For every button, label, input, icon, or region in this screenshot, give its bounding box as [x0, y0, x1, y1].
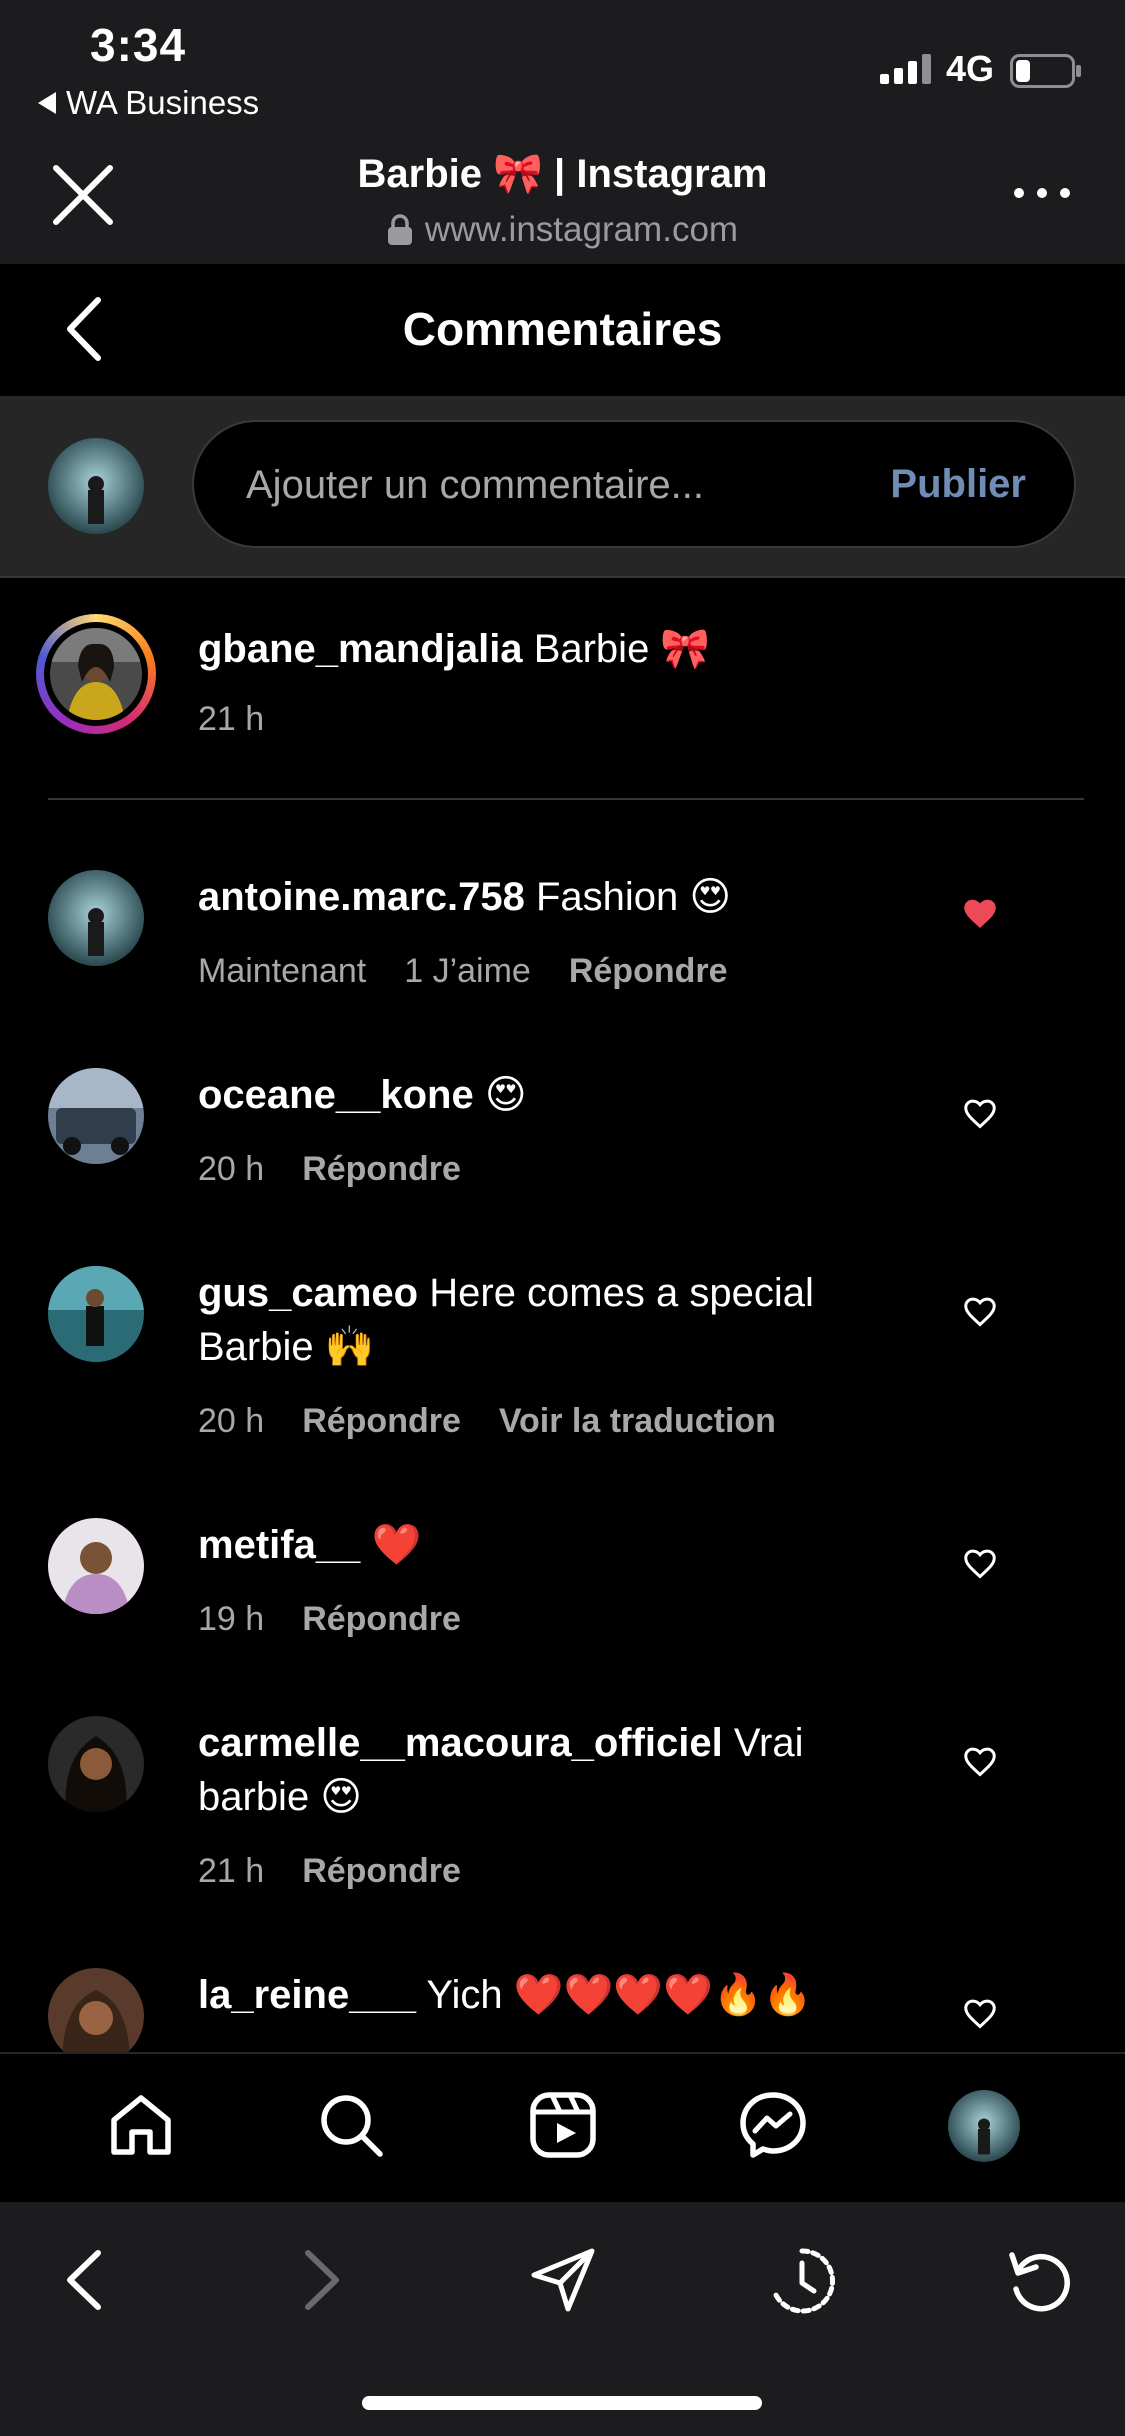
comment-time: 21 h	[198, 1852, 265, 1890]
comment-text: oceane__kone 😍	[198, 1068, 938, 1122]
browser-url: www.instagram.com	[0, 210, 1125, 250]
caption-time: 21 h	[198, 700, 265, 738]
comment-body: Vrai	[733, 1721, 804, 1765]
comment-time: Maintenant	[198, 952, 367, 990]
comment-text: carmelle__macoura_officiel Vrai barbie 😍	[198, 1716, 938, 1824]
share-icon[interactable]	[528, 2245, 598, 2315]
comment-body: 😍	[484, 1073, 527, 1117]
comment-body-line2: barbie 😍	[198, 1775, 363, 1819]
heart-outline-icon[interactable]	[962, 1294, 998, 1328]
browser-back-icon[interactable]	[62, 2245, 106, 2315]
heart-outline-icon[interactable]	[962, 1996, 998, 2030]
messenger-icon[interactable]	[738, 2090, 808, 2160]
home-icon[interactable]	[106, 2090, 176, 2160]
back-triangle-icon	[38, 92, 56, 114]
caption-author-avatar[interactable]	[44, 622, 148, 726]
comment-time: 20 h	[198, 1150, 265, 1188]
heart-filled-icon[interactable]	[962, 896, 998, 930]
comment-body: ❤️	[371, 1523, 422, 1567]
heart-outline-icon[interactable]	[962, 1546, 998, 1580]
caption-meta: 21 h	[198, 700, 264, 739]
comment-text: antoine.marc.758 Fashion 😍	[198, 870, 938, 924]
url-text: www.instagram.com	[424, 210, 739, 249]
reels-icon[interactable]	[528, 2090, 598, 2160]
battery-icon	[1010, 54, 1082, 88]
history-icon[interactable]	[766, 2245, 838, 2317]
browser-forward-icon[interactable]	[300, 2245, 344, 2315]
comment-likes[interactable]: 1 J’aime	[404, 952, 531, 991]
lock-icon	[387, 214, 413, 246]
signal-icon	[880, 54, 934, 84]
comment-text: metifa__ ❤️	[198, 1518, 938, 1572]
divider	[48, 798, 1084, 800]
comment-username[interactable]: oceane__kone	[198, 1073, 474, 1117]
caption-body: Barbie 🎀	[533, 627, 711, 671]
comment-time: 19 h	[198, 1600, 265, 1638]
comment-input[interactable]	[244, 422, 848, 548]
comment-meta: Maintenant 1 J’aime Répondre	[198, 952, 728, 991]
browser-page-title: Barbie 🎀 | Instagram	[357, 152, 768, 196]
network-type: 4G	[946, 48, 995, 89]
status-time: 3:34	[90, 19, 187, 71]
commenter-avatar[interactable]	[48, 1518, 144, 1614]
publish-button[interactable]: Publier	[890, 462, 1026, 507]
comment-meta: 20 h Répondre Voir la traduction	[198, 1402, 776, 1441]
profile-avatar[interactable]	[948, 2090, 1020, 2162]
commenter-avatar[interactable]	[48, 1968, 144, 2064]
comment-meta: 21 h Répondre	[198, 1852, 461, 1891]
see-translation-button[interactable]: Voir la traduction	[499, 1402, 776, 1441]
heart-outline-icon[interactable]	[962, 1744, 998, 1778]
comment-username[interactable]: gus_cameo	[198, 1271, 418, 1315]
comment-username[interactable]: la_reine___	[198, 1973, 416, 2017]
commenter-avatar[interactable]	[48, 1716, 144, 1812]
my-avatar	[48, 438, 144, 534]
back-app-label: WA Business	[66, 84, 260, 121]
home-indicator[interactable]	[362, 2396, 762, 2410]
back-to-app-link[interactable]: WA Business	[38, 84, 259, 122]
comment-meta: 19 h Répondre	[198, 1600, 461, 1639]
caption-username[interactable]: gbane_mandjalia	[198, 627, 523, 671]
more-icon[interactable]	[1012, 186, 1072, 200]
comment-body: Yich ❤️❤️❤️❤️🔥🔥	[426, 1973, 813, 2017]
comment-username[interactable]: carmelle__macoura_officiel	[198, 1721, 723, 1765]
comment-username[interactable]: metifa__	[198, 1523, 360, 1567]
reload-icon[interactable]	[1004, 2245, 1076, 2317]
comment-username[interactable]: antoine.marc.758	[198, 875, 525, 919]
page-title: Commentaires	[402, 303, 723, 355]
caption-text: gbane_mandjalia Barbie 🎀	[198, 622, 1058, 676]
reply-button[interactable]: Répondre	[302, 1852, 461, 1891]
commenter-avatar[interactable]	[48, 870, 144, 966]
commenter-avatar[interactable]	[48, 1266, 144, 1362]
heart-outline-icon[interactable]	[962, 1096, 998, 1130]
reply-button[interactable]: Répondre	[302, 1600, 461, 1639]
reply-button[interactable]: Répondre	[302, 1402, 461, 1441]
comment-body-line2: Barbie 🙌	[198, 1325, 375, 1369]
reply-button[interactable]: Répondre	[302, 1150, 461, 1189]
search-icon[interactable]	[316, 2090, 386, 2160]
comment-time: 20 h	[198, 1402, 265, 1440]
comment-body: Fashion 😍	[535, 875, 732, 919]
comment-field-wrapper: Publier	[192, 420, 1076, 548]
commenter-avatar[interactable]	[48, 1068, 144, 1164]
reply-button[interactable]: Répondre	[569, 952, 728, 991]
comment-text: gus_cameo Here comes a special Barbie 🙌	[198, 1266, 938, 1374]
comment-text: la_reine___ Yich ❤️❤️❤️❤️🔥🔥	[198, 1968, 938, 2052]
comment-body: Here comes a special	[429, 1271, 814, 1315]
comment-meta: 20 h Répondre	[198, 1150, 461, 1189]
